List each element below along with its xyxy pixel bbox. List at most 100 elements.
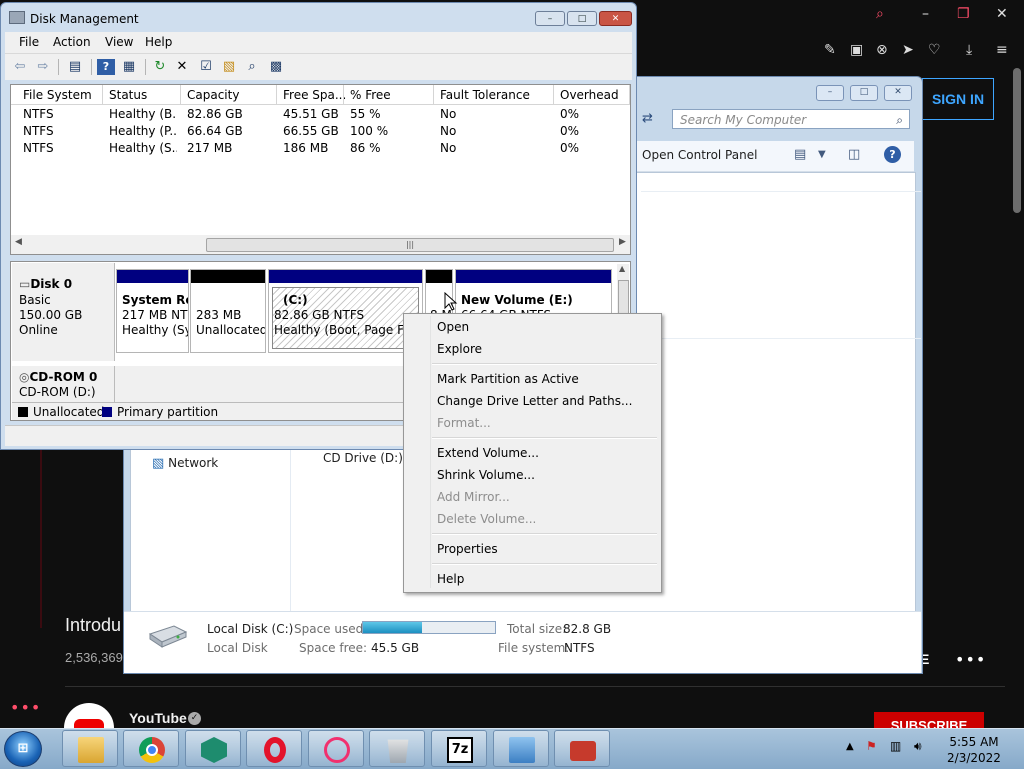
menu-help[interactable]: Help <box>145 35 172 49</box>
disk-type: Basic <box>19 293 51 307</box>
restore-icon[interactable]: ❐ <box>957 6 970 22</box>
horizontal-scrollbar[interactable]: ◀ ||| ▶ <box>11 235 630 254</box>
show-hide-console-icon[interactable]: ▤ <box>66 59 84 75</box>
open-control-panel-button[interactable]: Open Control Panel <box>642 148 757 162</box>
column-overhead[interactable]: Overhead <box>560 88 619 102</box>
close-button[interactable]: ✕ <box>599 11 632 26</box>
table-row[interactable]: NTFS Healthy (P... 66.64 GB 66.55 GB 100… <box>11 124 630 141</box>
start-button[interactable]: ⊞ <box>4 731 42 767</box>
legend-swatch-primary <box>102 407 112 417</box>
drive-name: Local Disk (C:) <box>207 622 294 636</box>
show-hidden-icons[interactable]: ▲ <box>846 741 854 752</box>
scroll-left-icon[interactable]: ◀ <box>15 237 22 247</box>
page-scrollbar[interactable] <box>1013 68 1021 213</box>
delete-icon[interactable]: ✕ <box>173 59 191 75</box>
cdrom-0-label[interactable]: ◎CD-ROM 0 CD-ROM (D:) <box>12 366 115 402</box>
refresh-icon[interactable]: ↻ <box>151 59 169 75</box>
table-row[interactable]: NTFS Healthy (B... 82.86 GB 45.51 GB 55 … <box>11 107 630 124</box>
action-center-icon[interactable]: ⚑ <box>866 739 877 753</box>
system-clock[interactable]: 5:55 AM 2/3/2022 <box>944 734 1004 766</box>
taskbar-app-shield[interactable] <box>185 730 241 767</box>
send-icon[interactable]: ➤ <box>902 42 914 58</box>
minimize-button[interactable]: – <box>535 11 565 26</box>
video-title[interactable]: Introdu <box>65 615 121 636</box>
taskbar-recycle[interactable] <box>369 730 425 767</box>
disk-0-label[interactable]: ▭Disk 0 Basic 150.00 GB Online <box>12 263 115 361</box>
cell: Healthy (P... <box>109 124 177 138</box>
preview-pane-icon[interactable]: ◫ <box>848 147 860 162</box>
volume-icon[interactable]: 🔊︎ <box>914 739 922 754</box>
search-icon[interactable]: ⌕ <box>243 59 261 75</box>
taskbar-toolbox[interactable] <box>554 730 610 767</box>
menu-item-change-drive-letter[interactable]: Change Drive Letter and Paths... <box>437 394 632 408</box>
menu-item-shrink-volume[interactable]: Shrink Volume... <box>437 468 535 482</box>
minimize-icon[interactable]: – <box>922 6 929 22</box>
column-capacity[interactable]: Capacity <box>187 88 239 102</box>
nav-item-network[interactable]: ▧ Network <box>152 456 218 471</box>
search-icon[interactable]: ⌕ <box>876 6 884 22</box>
close-button[interactable]: ✕ <box>884 85 912 101</box>
scroll-right-icon[interactable]: ▶ <box>619 237 626 247</box>
menu-item-explore[interactable]: Explore <box>437 342 482 356</box>
cd-drive-item[interactable]: CD Drive (D:) <box>323 451 403 465</box>
menu-icon[interactable]: ≡ <box>996 42 1008 58</box>
column-file-system[interactable]: File System <box>23 88 92 102</box>
total-size-value: 82.8 GB <box>563 622 612 636</box>
download-icon[interactable]: ⤓ <box>966 42 972 58</box>
column-percent-free[interactable]: % Free <box>350 88 391 102</box>
view-options-icon[interactable]: ▤ <box>794 147 806 162</box>
edit-icon[interactable]: ✎ <box>824 42 836 58</box>
menu-item-mark-active[interactable]: Mark Partition as Active <box>437 372 579 386</box>
menu-item-open[interactable]: Open <box>437 320 469 334</box>
heart-icon[interactable]: ♡ <box>928 42 941 58</box>
sidebar-more-icon[interactable]: ••• <box>10 698 41 717</box>
partition-system-reserved[interactable]: System Re 217 MB NT Healthy (Sy <box>116 269 189 353</box>
taskbar-opera[interactable] <box>246 730 302 767</box>
sign-in-button[interactable]: SIGN IN <box>922 78 994 120</box>
back-icon[interactable]: ⇦ <box>11 59 29 75</box>
verified-icon: ✓ <box>188 712 201 725</box>
taskbar-7zip[interactable]: 7z <box>431 730 487 767</box>
menu-item-help[interactable]: Help <box>437 572 464 586</box>
menu-action[interactable]: Action <box>53 35 91 49</box>
chevron-down-icon[interactable]: ▼ <box>818 149 826 160</box>
menu-view[interactable]: View <box>105 35 133 49</box>
minimize-button[interactable]: – <box>816 85 844 101</box>
menu-file[interactable]: File <box>19 35 39 49</box>
scroll-thumb[interactable]: ||| <box>206 238 614 252</box>
table-row[interactable]: NTFS Healthy (S... 217 MB 186 MB 86 % No… <box>11 141 630 158</box>
maximize-button[interactable]: □ <box>567 11 597 26</box>
partition-status: Healthy (Sy <box>122 323 189 337</box>
block-icon[interactable]: ⊗ <box>876 42 888 58</box>
camera-icon[interactable]: ▣ <box>850 42 863 58</box>
taskbar-chrome[interactable] <box>123 730 179 767</box>
close-icon[interactable]: ✕ <box>996 6 1008 22</box>
more-options-icon[interactable]: ••• <box>955 650 986 669</box>
properties-icon[interactable]: ▦ <box>120 59 138 75</box>
help-icon[interactable]: ? <box>97 59 115 75</box>
column-status[interactable]: Status <box>109 88 147 102</box>
maximize-button[interactable]: □ <box>850 85 878 101</box>
taskbar-control-panel[interactable] <box>493 730 549 767</box>
help-icon[interactable]: ? <box>884 146 901 163</box>
scroll-up-icon[interactable]: ▲ <box>619 264 625 273</box>
check-icon[interactable]: ☑ <box>197 59 215 75</box>
taskbar-explorer[interactable] <box>62 730 118 767</box>
column-free-space[interactable]: Free Spa... <box>283 88 346 102</box>
open-folder-icon[interactable]: ▧ <box>220 59 238 75</box>
menu-item-properties[interactable]: Properties <box>437 542 498 556</box>
menu-item-extend-volume[interactable]: Extend Volume... <box>437 446 539 460</box>
search-input[interactable]: Search My Computer ⌕ <box>672 109 910 129</box>
menu-item-format: Format... <box>437 416 491 430</box>
cell: 186 MB <box>283 141 329 155</box>
settings-icon[interactable]: ▩ <box>267 59 285 75</box>
partition-unallocated[interactable]: 283 MB Unallocated <box>190 269 266 353</box>
network-icon[interactable]: ▥ <box>890 739 901 753</box>
partition-c[interactable]: (C:) 82.86 GB NTFS Healthy (Boot, Page F… <box>268 269 423 353</box>
forward-icon[interactable]: ⇨ <box>34 59 52 75</box>
taskbar-opera-gx[interactable] <box>308 730 364 767</box>
search-icon[interactable]: ⌕ <box>896 110 903 130</box>
refresh-icon[interactable]: ⇄ <box>642 111 653 126</box>
column-fault-tolerance[interactable]: Fault Tolerance <box>440 88 530 102</box>
channel-name[interactable]: YouTube <box>129 710 187 726</box>
